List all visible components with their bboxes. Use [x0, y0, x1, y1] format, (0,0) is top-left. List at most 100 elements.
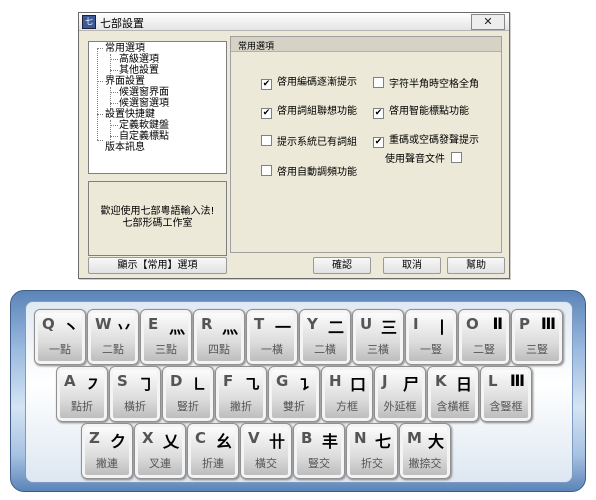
key-stroke-glyph: Ⅲ: [509, 371, 525, 390]
tree-item-interface[interactable]: 界面設置: [105, 76, 145, 87]
key-i[interactable]: I 丨一豎: [405, 309, 457, 365]
key-u[interactable]: U 三三橫: [352, 309, 404, 365]
key-c[interactable]: C 幺折連: [187, 423, 239, 479]
key-g[interactable]: G ㇊雙折: [268, 366, 320, 422]
option-code-hint[interactable]: ✔ 啓用編碼逐漸提示: [261, 77, 357, 90]
key-e[interactable]: E 灬三點: [140, 309, 192, 365]
key-a[interactable]: A ㇇點折: [56, 366, 108, 422]
key-label: 含橫框: [436, 400, 470, 413]
key-o[interactable]: O Ⅱ 二豎: [458, 309, 510, 365]
title-bar[interactable]: 七 七部設置 ✕: [79, 13, 509, 31]
checkbox-icon[interactable]: ✔: [261, 79, 272, 90]
key-t[interactable]: T 一一橫: [246, 309, 298, 365]
option-sound-file[interactable]: 使用聲音文件: [385, 152, 467, 166]
key-stroke-glyph: 尸: [402, 375, 419, 394]
group-header: 常用選項: [231, 37, 501, 52]
key-label: 二豎: [473, 343, 495, 356]
tree-item-shortcuts[interactable]: 設置快捷鍵: [105, 109, 155, 120]
key-k[interactable]: K 日含橫框: [427, 366, 479, 422]
key-letter: E: [148, 315, 159, 333]
key-letter: C: [195, 429, 207, 447]
key-stroke-glyph: 三: [380, 318, 397, 337]
tree-item-punctuation[interactable]: 自定義標點: [119, 131, 169, 142]
key-label: 方框: [336, 400, 358, 413]
option-label: 使用聲音文件: [385, 154, 445, 165]
key-stroke-glyph: 卄: [268, 432, 285, 451]
key-stroke-glyph: 幺: [215, 432, 232, 451]
key-stroke-glyph: Ⅲ: [540, 314, 556, 333]
close-button[interactable]: ✕: [471, 14, 505, 30]
checkbox-icon[interactable]: [261, 135, 272, 146]
key-j[interactable]: J 尸外延框: [374, 366, 426, 422]
key-label: 一點: [49, 343, 71, 356]
key-r[interactable]: R 灬四點: [193, 309, 245, 365]
key-z[interactable]: Z ク撇連: [81, 423, 133, 479]
key-y[interactable]: Y 二二橫: [299, 309, 351, 365]
key-letter: S: [117, 372, 128, 390]
key-m[interactable]: M 大撇捺交: [399, 423, 451, 479]
key-h[interactable]: H 口方框: [321, 366, 373, 422]
option-fullwidth-space[interactable]: 字符半角時空格全角: [373, 77, 479, 91]
key-letter: W: [95, 315, 112, 333]
key-label: 折交: [361, 457, 383, 470]
key-label: 撇捺交: [408, 457, 442, 470]
key-letter: I: [413, 315, 419, 333]
checkbox-icon[interactable]: [373, 77, 384, 88]
key-b[interactable]: B 丰豎交: [293, 423, 345, 479]
key-letter: Y: [307, 315, 318, 333]
tree-item-candidate-options[interactable]: 候選窗選項: [119, 98, 169, 109]
key-letter: L: [488, 372, 498, 390]
key-p[interactable]: P Ⅲ 三豎: [511, 309, 563, 365]
key-w[interactable]: W 丷二點: [87, 309, 139, 365]
welcome-panel: 歡迎使用七部粵語輸入法! 七部形碼工作室: [88, 181, 227, 256]
key-x[interactable]: X 乂叉連: [134, 423, 186, 479]
option-existing-phrase-hint[interactable]: 提示系統已有詞組: [261, 135, 357, 149]
option-sound-hint[interactable]: ✔ 重碼或空碼發聲提示: [373, 135, 479, 148]
key-q[interactable]: Q 丶一點: [34, 309, 86, 365]
key-s[interactable]: S ㇆橫折: [109, 366, 161, 422]
key-l[interactable]: L Ⅲ 含豎框: [480, 366, 532, 422]
option-label: 啓用智能標點功能: [389, 106, 469, 117]
key-letter: O: [466, 315, 479, 333]
help-button[interactable]: 幫助: [447, 257, 505, 274]
tree-item-other[interactable]: 其他設置: [119, 65, 159, 76]
tree-item-version[interactable]: 版本訊息: [105, 142, 145, 153]
key-label: 橫折: [124, 400, 146, 413]
option-label: 字符半角時空格全角: [389, 79, 479, 90]
key-letter: G: [276, 372, 289, 390]
key-stroke-glyph: 大: [427, 432, 444, 451]
checkbox-icon[interactable]: [261, 165, 272, 176]
key-n[interactable]: N 七折交: [346, 423, 398, 479]
checkbox-icon[interactable]: ✔: [373, 137, 384, 148]
key-f[interactable]: F ㇈撇折: [215, 366, 267, 422]
welcome-line-1: 歡迎使用七部粵語輸入法!: [100, 206, 215, 217]
key-label: 折連: [202, 457, 224, 470]
key-stroke-glyph: 二: [327, 318, 344, 337]
key-letter: Q: [42, 315, 55, 333]
key-stroke-glyph: ㇇: [84, 375, 101, 394]
keyboard-panel: Q 丶一點 W 丷二點 E 灬三點 R 灬四點 T 一一橫 Y 二二橫 U 三三橫 I 丨一豎 O Ⅱ 二豎 P Ⅲ 三豎…: [25, 301, 573, 483]
key-stroke-glyph: 灬: [168, 318, 185, 337]
settings-tree[interactable]: 常用選項 高級選項 其他設置 界面設置 候選窗界面 候選窗選項 設置快捷鍵 定義…: [88, 41, 227, 174]
option-auto-frequency[interactable]: 啓用自動調頻功能: [261, 165, 357, 179]
tree-item-advanced[interactable]: 高級選項: [119, 54, 159, 65]
checkbox-icon[interactable]: ✔: [261, 108, 272, 119]
tree-item-candidate-ui[interactable]: 候選窗界面: [119, 87, 169, 98]
key-label: 撇折: [230, 400, 252, 413]
key-letter: B: [301, 429, 313, 447]
key-d[interactable]: D ㇗豎折: [162, 366, 214, 422]
key-v[interactable]: V 卄橫交: [240, 423, 292, 479]
tree-item-common[interactable]: 常用選項: [105, 43, 145, 54]
soft-keyboard: Q 丶一點 W 丷二點 E 灬三點 R 灬四點 T 一一橫 Y 二二橫 U 三三橫 I 丨一豎 O Ⅱ 二豎 P Ⅲ 三豎…: [10, 290, 586, 492]
key-label: 雙折: [283, 400, 305, 413]
checkbox-icon[interactable]: ✔: [373, 108, 384, 119]
checkbox-icon[interactable]: [451, 152, 462, 163]
option-smart-punctuation[interactable]: ✔ 啓用智能標點功能: [373, 106, 469, 119]
cancel-button[interactable]: 取消: [383, 257, 441, 274]
ok-button[interactable]: 確認: [313, 257, 371, 274]
show-common-button[interactable]: 顯示【常用】選項: [88, 257, 227, 274]
key-stroke-glyph: 丨: [433, 318, 450, 337]
tree-item-soft-keyboard[interactable]: 定義軟鍵盤: [119, 120, 169, 131]
key-letter: Z: [89, 429, 100, 447]
option-phrase-association[interactable]: ✔ 啓用詞組聯想功能: [261, 106, 357, 119]
